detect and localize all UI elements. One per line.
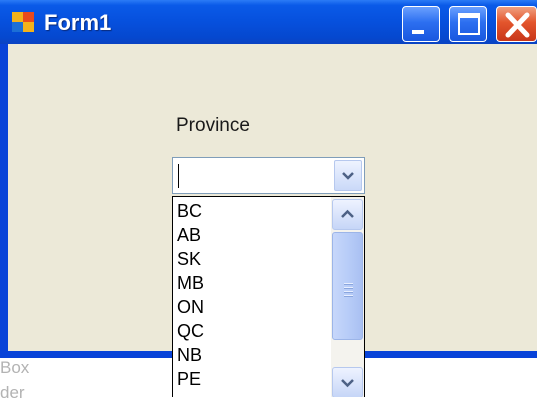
background-text: der [0,383,25,402]
chevron-down-icon [342,172,354,180]
list-item[interactable]: AB [177,223,201,247]
vertical-scrollbar[interactable] [331,197,364,397]
background-text: Box [0,358,30,377]
scroll-down-button[interactable] [332,367,363,397]
title-bar[interactable]: Form1 [0,0,537,44]
province-label: Province [176,115,250,136]
list-item[interactable]: NB [177,343,202,367]
minimize-icon [412,30,424,34]
maximize-icon [458,13,480,35]
list-item[interactable]: ON [177,295,204,319]
close-icon [505,12,530,38]
province-input[interactable] [175,160,333,191]
list-item[interactable]: BC [177,199,202,223]
scrollbar-thumb[interactable] [332,232,363,340]
grip-icon [344,283,353,299]
close-button[interactable] [496,6,537,42]
list-item[interactable]: QC [177,319,204,343]
chevron-down-icon [341,379,354,388]
app-icon [12,12,34,32]
text-caret [178,164,179,188]
list-item[interactable]: PE [177,367,201,391]
minimize-button[interactable] [402,6,440,42]
scroll-up-button[interactable] [332,199,363,230]
window-title: Form1 [44,10,112,35]
dropdown-button[interactable] [334,160,362,191]
province-dropdown-list[interactable]: BC AB SK MB ON QC NB PE [172,196,365,397]
list-item[interactable]: SK [177,247,201,271]
province-combobox[interactable] [172,157,365,194]
maximize-button[interactable] [449,6,487,42]
list-item[interactable]: MB [177,271,204,295]
chevron-up-icon [341,209,354,218]
